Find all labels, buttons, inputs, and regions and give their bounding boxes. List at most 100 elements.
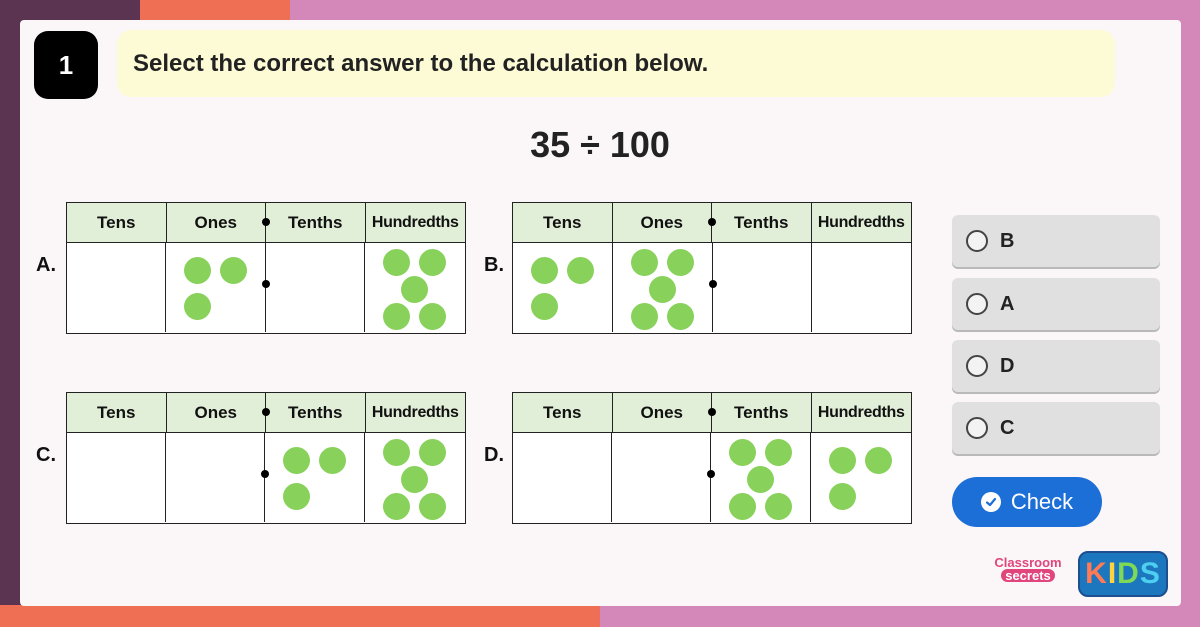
cell-tens [67, 433, 166, 522]
cell-tenths [266, 243, 365, 332]
counter [829, 447, 856, 474]
option-label-b: B. [484, 254, 504, 276]
place-value-table-a: Tens Ones Tenths Hundredths [66, 202, 466, 334]
answer-label: A [1000, 292, 1015, 315]
answer-option-c[interactable]: C [952, 402, 1160, 454]
cell-ones [613, 243, 717, 332]
table-body-row [513, 433, 911, 522]
counter [765, 439, 792, 466]
radio-button[interactable] [966, 355, 988, 377]
counter [283, 447, 310, 474]
counter [401, 466, 428, 493]
question-number-badge: 1 [34, 31, 98, 99]
header-label: Tenths [734, 212, 789, 232]
header-tens: Tens [513, 393, 613, 432]
header-label: Hundredths [371, 403, 459, 421]
cell-tenths [265, 433, 365, 522]
cell-tenths [711, 433, 811, 522]
counter [531, 293, 558, 320]
header-tens: Tens [513, 203, 613, 242]
header-label: Ones [194, 402, 238, 422]
header-tenths: Tenths [266, 203, 366, 242]
kids-logo-letter: I [1107, 557, 1118, 590]
counter [667, 249, 694, 276]
table-header-row: Tens Ones Tenths Hundredths [513, 203, 911, 243]
table-header-row: Tens Ones Tenths Hundredths [67, 393, 465, 433]
counter [401, 276, 428, 303]
header-ones: Ones [167, 203, 270, 242]
header-label: Tens [97, 212, 136, 232]
question-prompt-box: Select the correct answer to the calcula… [117, 30, 1115, 97]
place-value-table-b: Tens Ones Tenths Hundredths [512, 202, 912, 334]
counter-group [613, 243, 712, 332]
option-label-d: D. [484, 444, 504, 466]
header-ones: Ones [613, 393, 716, 432]
counter [567, 257, 594, 284]
cell-hundredths [365, 433, 465, 522]
counter [419, 249, 446, 276]
counter [531, 257, 558, 284]
table-body-row [513, 243, 911, 332]
counter-group [711, 433, 810, 522]
cell-tens [513, 243, 613, 332]
radio-button[interactable] [966, 293, 988, 315]
header-tens: Tens [67, 203, 167, 242]
counter [865, 447, 892, 474]
counter-group [365, 433, 465, 522]
header-tenths: Tenths [712, 393, 812, 432]
counter [829, 483, 856, 510]
counter [631, 249, 658, 276]
answer-label: C [1000, 416, 1015, 439]
counter [319, 447, 346, 474]
counter [729, 439, 756, 466]
counter [283, 483, 310, 510]
header-label: Tenths [734, 402, 789, 422]
cell-tens [67, 243, 166, 332]
header-label: Ones [194, 212, 238, 232]
cell-tenths [713, 243, 812, 332]
cell-ones [166, 433, 269, 522]
counter [220, 257, 247, 284]
check-circle-icon [980, 492, 1001, 512]
counter [729, 493, 756, 520]
counter [184, 293, 211, 320]
header-tenths: Tenths [266, 393, 366, 432]
header-hundredths: Hundredths [366, 203, 466, 242]
check-button[interactable]: Check [952, 477, 1102, 527]
cell-tens [513, 433, 612, 522]
counter [184, 257, 211, 284]
header-label: Hundredths [817, 403, 905, 421]
logo-secrets-text: secrets [1001, 569, 1055, 582]
background-bottom-strip [0, 605, 600, 627]
radio-button[interactable] [966, 230, 988, 252]
header-hundredths: Hundredths [812, 393, 912, 432]
header-tenths: Tenths [712, 203, 812, 242]
table-header-row: Tens Ones Tenths Hundredths [67, 203, 465, 243]
counter [747, 466, 774, 493]
header-label: Tens [97, 402, 136, 422]
option-label-c: C. [36, 444, 56, 466]
classroom-secrets-logo: Classroom secrets [985, 556, 1071, 592]
header-label: Hundredths [371, 213, 459, 231]
table-body-row [67, 433, 465, 522]
counter-group [811, 433, 911, 522]
header-ones: Ones [613, 203, 716, 242]
header-label: Ones [640, 402, 684, 422]
radio-button[interactable] [966, 417, 988, 439]
header-tens: Tens [67, 393, 167, 432]
counter [765, 493, 792, 520]
header-label: Tens [543, 212, 582, 232]
kids-logo: K I D S [1078, 551, 1168, 597]
kids-logo-letter: D [1117, 557, 1140, 590]
counter [649, 276, 676, 303]
answer-option-b[interactable]: B [952, 215, 1160, 267]
answer-option-d[interactable]: D [952, 340, 1160, 392]
counter [419, 493, 446, 520]
cell-ones [166, 243, 270, 332]
answer-option-a[interactable]: A [952, 278, 1160, 330]
counter [631, 303, 658, 330]
counter-group [365, 243, 465, 332]
question-card: 1 Select the correct answer to the calcu… [20, 20, 1181, 606]
header-hundredths: Hundredths [366, 393, 466, 432]
counter-group [166, 243, 265, 332]
